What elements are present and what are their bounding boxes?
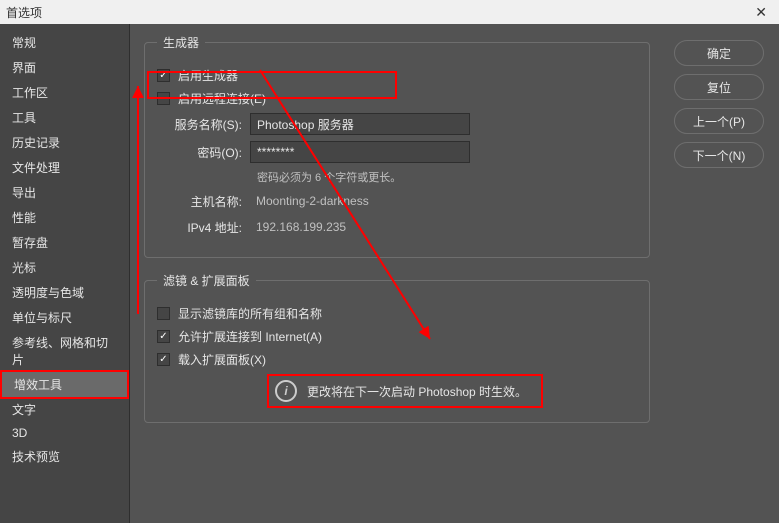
sidebar-item-workspace[interactable]: 工作区	[0, 80, 129, 105]
ipv4-label: IPv4 地址:	[157, 219, 242, 236]
sidebar-item-type[interactable]: 文字	[0, 397, 129, 422]
ok-button[interactable]: 确定	[674, 40, 764, 66]
load-panels-checkbox[interactable]	[157, 353, 170, 366]
allow-internet-label: 允许扩展连接到 Internet(A)	[178, 328, 322, 345]
window-title: 首选项	[6, 4, 749, 21]
show-all-filters-label: 显示滤镜库的所有组和名称	[178, 305, 322, 322]
sidebar-item-filehandling[interactable]: 文件处理	[0, 155, 129, 180]
sidebar-item-export[interactable]: 导出	[0, 180, 129, 205]
host-label: 主机名称:	[157, 193, 242, 210]
generator-legend: 生成器	[157, 34, 205, 51]
generator-group: 生成器 启用生成器 启用远程连接(E) 服务名称(S): 密码(O): 密码必须…	[144, 34, 650, 258]
enable-remote-label: 启用远程连接(E)	[178, 90, 266, 107]
prev-button[interactable]: 上一个(P)	[674, 108, 764, 134]
sidebar-item-general[interactable]: 常规	[0, 30, 129, 55]
load-panels-label: 载入扩展面板(X)	[178, 351, 266, 368]
sidebar-item-cursor[interactable]: 光标	[0, 255, 129, 280]
service-name-label: 服务名称(S):	[157, 116, 242, 133]
sidebar-item-plugins[interactable]: 增效工具	[0, 370, 129, 399]
sidebar-item-guides[interactable]: 参考线、网格和切片	[0, 330, 129, 372]
close-icon[interactable]: ✕	[749, 4, 773, 21]
sidebar: 常规 界面 工作区 工具 历史记录 文件处理 导出 性能 暂存盘 光标 透明度与…	[0, 24, 130, 523]
restart-notice: i 更改将在下一次启动 Photoshop 时生效。	[267, 374, 543, 408]
info-icon: i	[275, 380, 297, 402]
host-value: Moonting-2-darkness	[250, 191, 470, 211]
enable-remote-checkbox[interactable]	[157, 92, 170, 105]
password-hint: 密码必须为 6 个字符或更长。	[257, 169, 637, 185]
sidebar-item-history[interactable]: 历史记录	[0, 130, 129, 155]
enable-generator-label: 启用生成器	[178, 67, 238, 84]
password-label: 密码(O):	[157, 144, 242, 161]
sidebar-item-3d[interactable]: 3D	[0, 422, 129, 444]
sidebar-item-techpreview[interactable]: 技术预览	[0, 444, 129, 469]
reset-button[interactable]: 复位	[674, 74, 764, 100]
restart-message: 更改将在下一次启动 Photoshop 时生效。	[307, 383, 527, 400]
filters-legend: 滤镜 & 扩展面板	[157, 272, 256, 289]
password-input[interactable]	[250, 141, 470, 163]
allow-internet-checkbox[interactable]	[157, 330, 170, 343]
ipv4-value: 192.168.199.235	[250, 217, 470, 237]
service-name-input[interactable]	[250, 113, 470, 135]
sidebar-item-performance[interactable]: 性能	[0, 205, 129, 230]
sidebar-item-transparency[interactable]: 透明度与色域	[0, 280, 129, 305]
enable-generator-checkbox[interactable]	[157, 69, 170, 82]
filters-group: 滤镜 & 扩展面板 显示滤镜库的所有组和名称 允许扩展连接到 Internet(…	[144, 272, 650, 423]
sidebar-item-scratch[interactable]: 暂存盘	[0, 230, 129, 255]
next-button[interactable]: 下一个(N)	[674, 142, 764, 168]
show-all-filters-checkbox[interactable]	[157, 307, 170, 320]
sidebar-item-units[interactable]: 单位与标尺	[0, 305, 129, 330]
sidebar-item-interface[interactable]: 界面	[0, 55, 129, 80]
sidebar-item-tools[interactable]: 工具	[0, 105, 129, 130]
